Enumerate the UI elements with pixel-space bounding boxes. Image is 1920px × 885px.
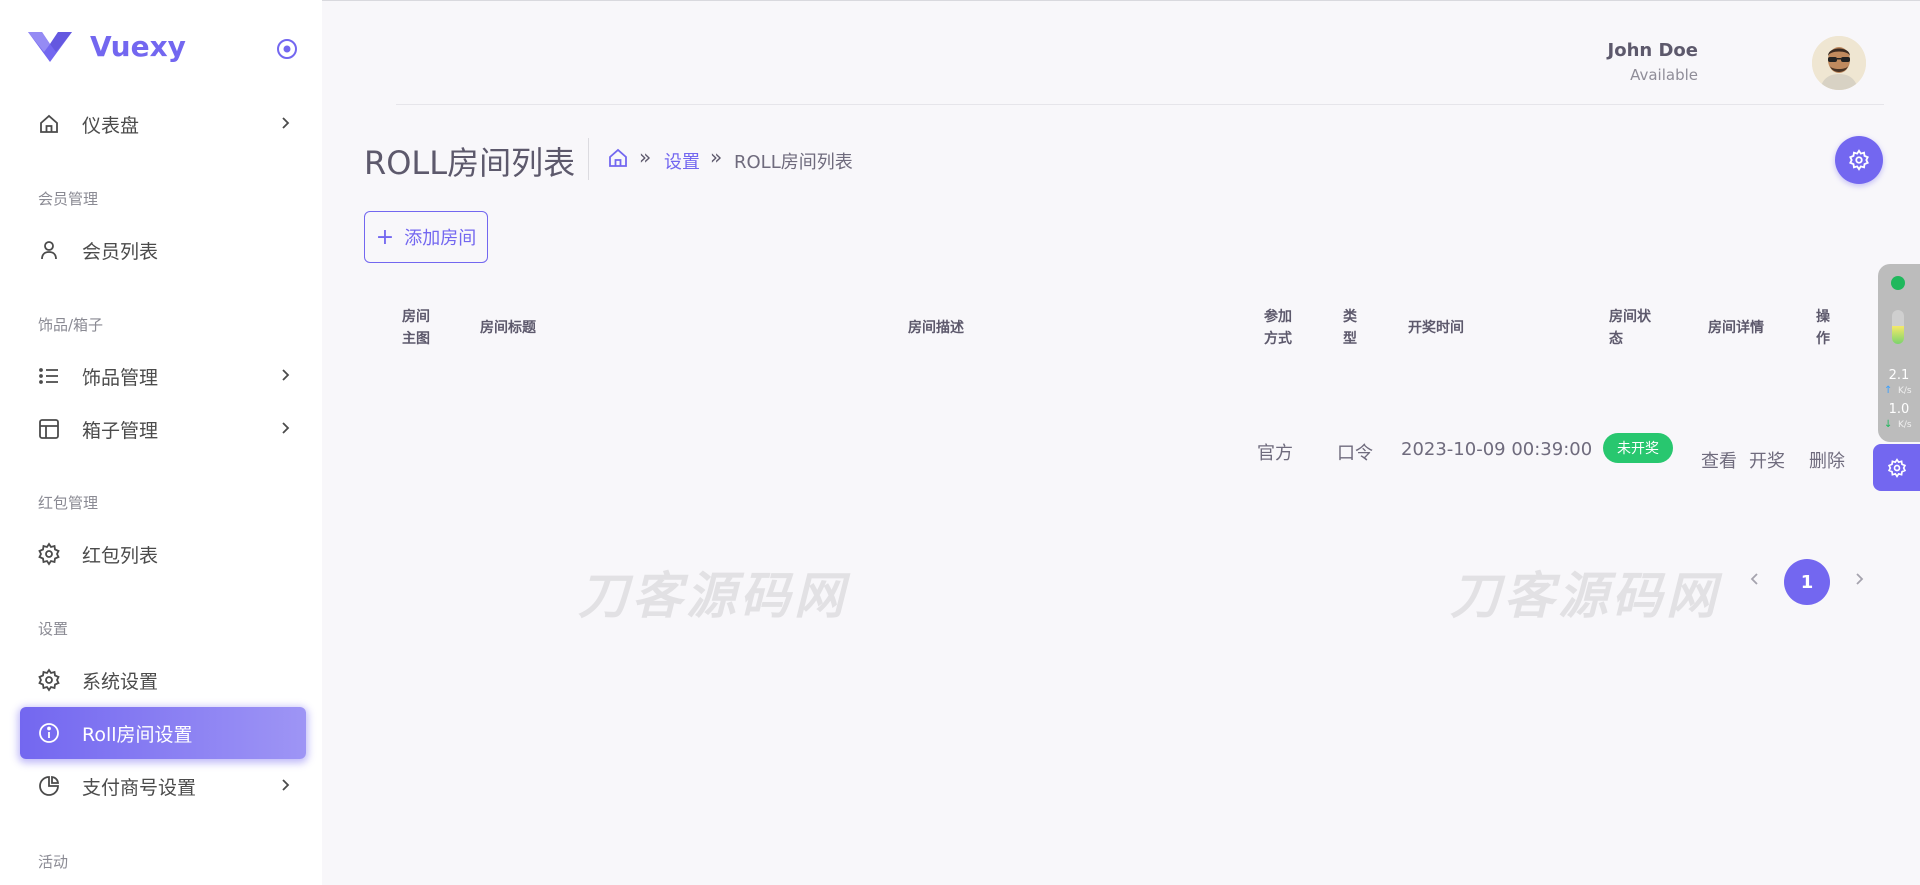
sidebar-item-boxes[interactable]: 箱子管理 xyxy=(20,403,306,455)
pagination-page-1[interactable]: 1 xyxy=(1784,559,1830,605)
pagination-prev-icon[interactable] xyxy=(1748,572,1762,586)
sidebar-item-roll-settings[interactable]: Roll房间设置 xyxy=(20,707,306,759)
sidebar-item-dashboard[interactable]: 仪表盘 xyxy=(20,98,306,150)
plus-icon: + xyxy=(375,224,395,250)
list-icon xyxy=(36,363,62,389)
column-header-detail: 房间详情 xyxy=(1708,320,1764,336)
sidebar-item-label: 箱子管理 xyxy=(82,419,159,442)
sidebar-item-label: 支付商号设置 xyxy=(82,776,197,799)
chevron-right-icon xyxy=(282,117,290,129)
sidebar-item-items[interactable]: 饰品管理 xyxy=(20,350,306,402)
section-title: 活动 xyxy=(38,853,69,871)
arrow-down-icon: ↓ xyxy=(1884,419,1893,430)
upload-speed: 2.1 xyxy=(1888,368,1910,383)
status-badge: 未开奖 xyxy=(1603,433,1673,463)
upload-unit: K/s xyxy=(1898,386,1912,396)
avatar[interactable] xyxy=(1812,36,1866,90)
chevron-right-icon xyxy=(282,422,290,434)
chevron-right-icon xyxy=(282,369,290,381)
column-header-status: 房间状态 xyxy=(1609,309,1651,347)
chevron-right-icon xyxy=(282,779,290,791)
cell-join-method: 官方 xyxy=(1257,443,1293,464)
gear-icon xyxy=(1887,457,1906,478)
column-header-description: 房间描述 xyxy=(908,320,964,336)
draw-link[interactable]: 开奖 xyxy=(1749,447,1785,473)
user-name: John Doe xyxy=(1607,40,1698,61)
column-header-join: 参加 方式 xyxy=(1264,309,1292,347)
watermark: 刀客源码网 xyxy=(578,567,848,625)
sidebar-item-label: Roll房间设置 xyxy=(82,723,193,746)
add-room-button[interactable]: + 添加房间 xyxy=(364,211,488,263)
usage-bar xyxy=(1892,310,1904,344)
user-status: Available xyxy=(1630,66,1698,84)
home-icon xyxy=(36,111,62,137)
sidebar-toggle-icon[interactable] xyxy=(276,38,298,60)
vuexy-logo-icon xyxy=(28,31,72,62)
delete-link[interactable]: 删除 xyxy=(1809,447,1845,473)
sidebar: Vuexy 仪表盘 会员管理 会员列表 饰品/箱子 饰品管理 箱子管理 红包管理 xyxy=(0,0,322,885)
pagination-next-icon[interactable] xyxy=(1852,572,1866,586)
sidebar-item-label: 仪表盘 xyxy=(82,114,140,137)
user-icon xyxy=(36,237,62,263)
sidebar-item-system-settings[interactable]: 系统设置 xyxy=(20,654,306,706)
view-link[interactable]: 查看 xyxy=(1701,447,1737,473)
column-header-type: 类型 xyxy=(1343,309,1357,347)
section-title: 会员管理 xyxy=(38,190,99,208)
add-room-label: 添加房间 xyxy=(404,228,477,249)
section-title: 红包管理 xyxy=(38,494,99,512)
watermark: 刀客源码网 xyxy=(1450,567,1720,625)
gear-icon xyxy=(1849,149,1869,171)
breadcrumb-home-icon[interactable] xyxy=(606,146,630,170)
sidebar-item-label: 红包列表 xyxy=(82,544,159,567)
header-divider xyxy=(396,104,1884,105)
section-title: 设置 xyxy=(38,620,69,638)
sidebar-item-payment-settings[interactable]: 支付商号设置 xyxy=(20,760,306,812)
cell-type: 口令 xyxy=(1337,443,1373,464)
download-unit: K/s xyxy=(1898,420,1912,430)
brand-name: Vuexy xyxy=(90,30,186,63)
gear-icon xyxy=(36,667,62,693)
arrow-up-icon: ↑ xyxy=(1884,385,1893,396)
sidebar-item-label: 会员列表 xyxy=(82,240,159,263)
layout-icon xyxy=(36,416,62,442)
pie-chart-icon xyxy=(36,773,62,799)
status-dot xyxy=(1891,276,1905,290)
cell-draw-time: 2023-10-09 00:39:00 xyxy=(1401,439,1593,460)
breadcrumb-separator: » xyxy=(639,145,652,169)
network-speed-widget[interactable]: 2.1 ↑ K/s 1.0 ↓ K/s xyxy=(1878,264,1920,442)
column-header-actions: 操作 xyxy=(1816,309,1830,347)
breadcrumb-link-settings[interactable]: 设置 xyxy=(664,148,700,174)
column-header-title: 房间标题 xyxy=(480,320,536,336)
download-speed: 1.0 xyxy=(1888,402,1910,417)
column-header-draw-time: 开奖时间 xyxy=(1408,320,1464,336)
user-avatar-icon xyxy=(1812,36,1866,90)
column-header-image: 房间 主图 xyxy=(402,309,430,347)
customizer-button[interactable] xyxy=(1873,444,1920,491)
sidebar-item-redpacket-list[interactable]: 红包列表 xyxy=(20,528,306,580)
sidebar-item-label: 系统设置 xyxy=(82,670,159,693)
gear-icon xyxy=(36,541,62,567)
sidebar-item-members[interactable]: 会员列表 xyxy=(20,224,306,276)
page-title: ROLL房间列表 xyxy=(364,144,576,182)
title-divider xyxy=(588,138,589,180)
settings-fab[interactable] xyxy=(1835,136,1883,184)
section-title: 饰品/箱子 xyxy=(38,316,104,334)
sidebar-item-label: 饰品管理 xyxy=(82,366,159,389)
info-icon xyxy=(36,720,62,746)
breadcrumb-separator: » xyxy=(710,145,723,169)
breadcrumb-current: ROLL房间列表 xyxy=(734,152,853,173)
brand[interactable]: Vuexy xyxy=(28,30,186,63)
